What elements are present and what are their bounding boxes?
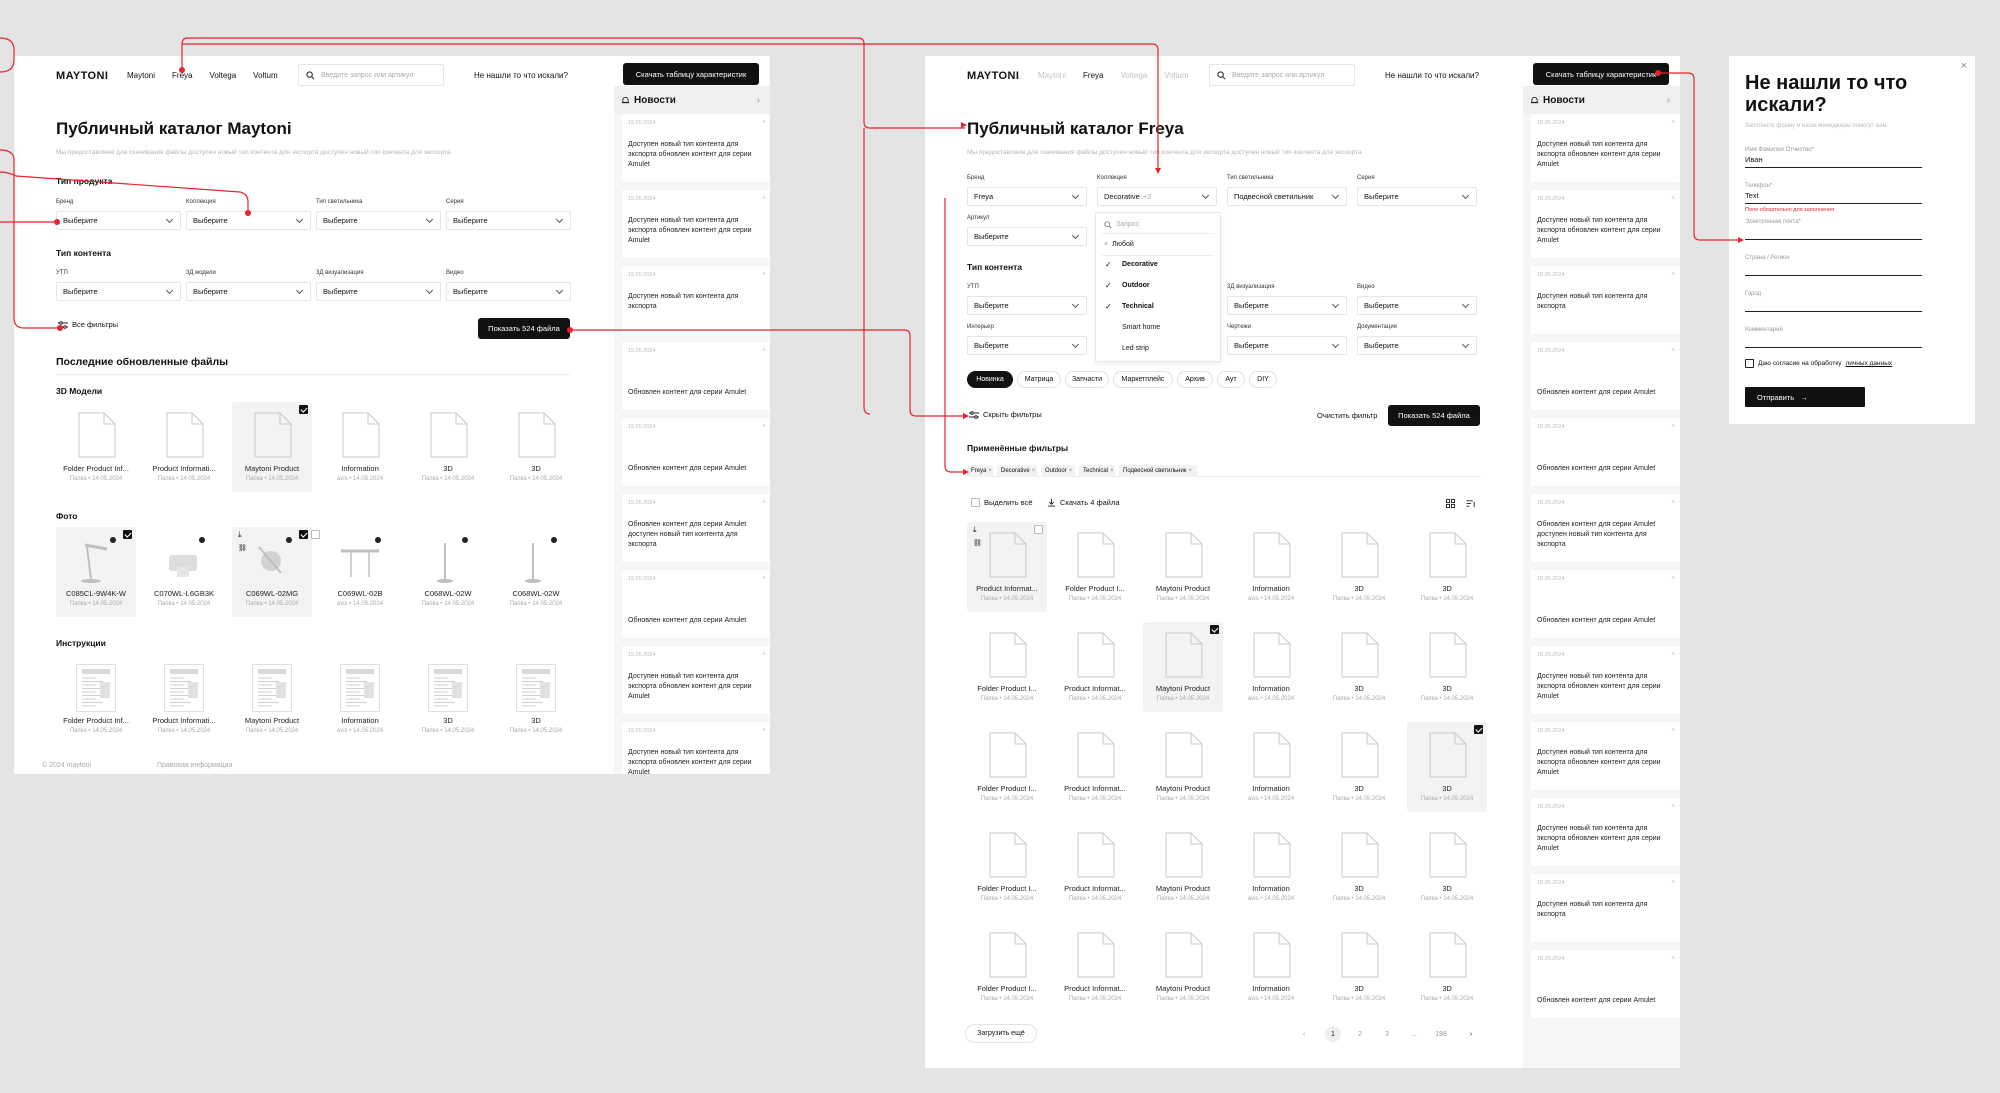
flow-line-form bbox=[1658, 72, 1742, 241]
flow-dot bbox=[54, 219, 60, 225]
flow-dot bbox=[57, 325, 63, 331]
flow-connectors bbox=[0, 37, 1744, 475]
flow-line-brand bbox=[0, 37, 15, 73]
flow-line-show bbox=[570, 329, 967, 417]
flow-line-freya bbox=[181, 37, 965, 129]
flow-line-applied bbox=[944, 198, 967, 473]
flow-dot bbox=[179, 67, 185, 73]
flow-arrow bbox=[963, 469, 969, 475]
flow-line-collection-left bbox=[0, 171, 249, 213]
flow-arrow bbox=[961, 122, 967, 128]
flow-dot bbox=[567, 327, 573, 333]
flow-line-collection bbox=[182, 43, 1159, 172]
flow-dot bbox=[1655, 70, 1661, 76]
flow-dot bbox=[245, 210, 251, 216]
flow-line-hide bbox=[863, 128, 871, 415]
flow-arrow bbox=[1738, 237, 1744, 243]
flow-arrow bbox=[1155, 168, 1161, 174]
flow-arrow bbox=[963, 413, 969, 419]
